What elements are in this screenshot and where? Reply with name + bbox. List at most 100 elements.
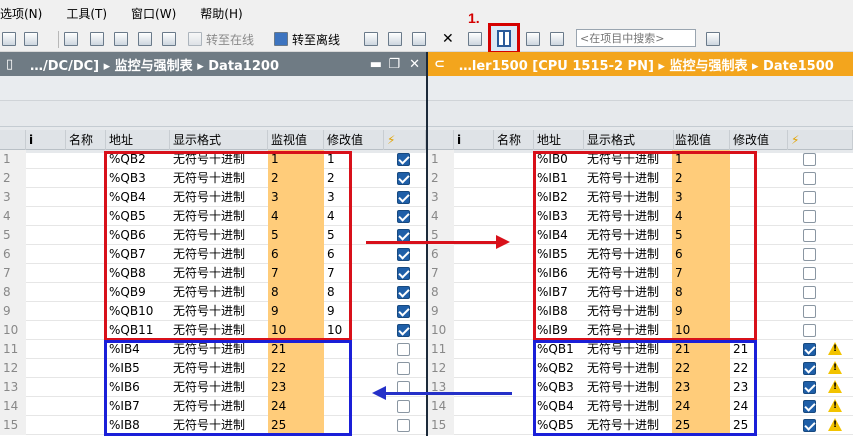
menu-window[interactable]: 窗口(W) <box>131 5 186 22</box>
row-number: 9 <box>0 302 26 321</box>
modify-checkbox[interactable] <box>397 267 410 280</box>
close-pane-icon[interactable]: ✕ <box>409 57 420 72</box>
row-number: 1 <box>0 150 26 169</box>
modify-checkbox[interactable] <box>803 305 816 318</box>
right-output-highlight <box>533 340 757 436</box>
menu-tools[interactable]: 工具(T) <box>66 5 117 22</box>
modify-checkbox[interactable] <box>397 362 410 375</box>
menu-options[interactable]: 选项(N) <box>0 5 52 22</box>
row-number: 15 <box>0 416 26 435</box>
menu-help[interactable]: 帮助(H) <box>200 5 252 22</box>
modify-checkbox[interactable] <box>397 286 410 299</box>
row-number: 14 <box>0 397 26 416</box>
save-icon[interactable] <box>64 30 78 48</box>
right-table-header: i 名称 地址 显示格式 监视值 修改值 ⚡ <box>428 130 853 150</box>
left-output-highlight <box>104 151 352 341</box>
modify-checkbox[interactable] <box>803 324 816 337</box>
modify-checkbox[interactable] <box>397 419 410 432</box>
modify-checkbox[interactable] <box>397 210 410 223</box>
row-number: 10 <box>428 321 454 340</box>
minimize-icon[interactable]: ▬ <box>370 57 382 72</box>
row-number: 11 <box>0 340 26 359</box>
modify-checkbox[interactable] <box>397 400 410 413</box>
row-number: 1 <box>428 150 454 169</box>
undo-icon[interactable] <box>2 30 16 48</box>
modify-checkbox[interactable] <box>397 324 410 337</box>
row-number: 2 <box>428 169 454 188</box>
start-cpu-icon[interactable] <box>388 30 402 48</box>
right-arrow <box>366 235 510 249</box>
row-number: 3 <box>0 188 26 207</box>
close-icon[interactable]: ✕ <box>442 30 454 48</box>
modify-checkbox[interactable] <box>803 191 816 204</box>
modify-checkbox[interactable] <box>397 172 410 185</box>
compare2-icon[interactable] <box>550 30 564 48</box>
modify-checkbox[interactable] <box>397 248 410 261</box>
modify-checkbox[interactable] <box>397 305 410 318</box>
step-annotation: 1. <box>468 10 480 26</box>
upload-icon[interactable] <box>114 30 128 48</box>
split-vertical-icon <box>497 30 511 47</box>
warning-icon <box>828 380 842 393</box>
modify-checkbox[interactable] <box>803 267 816 280</box>
modify-checkbox[interactable] <box>803 286 816 299</box>
left-arrow <box>372 386 512 400</box>
row-number: 2 <box>0 169 26 188</box>
warning-icon <box>828 342 842 355</box>
pin-icon[interactable]: ⊂ <box>434 57 445 72</box>
row-number: 8 <box>0 283 26 302</box>
row-number: 13 <box>0 378 26 397</box>
row-number: 4 <box>428 207 454 226</box>
accessible-devices-icon[interactable] <box>364 30 378 48</box>
modify-checkbox[interactable] <box>803 419 816 432</box>
search-go-icon[interactable] <box>706 30 720 48</box>
right-input-highlight <box>533 151 757 341</box>
modify-checkbox[interactable] <box>803 172 816 185</box>
pin-icon[interactable]: ▯ <box>6 57 16 72</box>
warning-icon <box>828 399 842 412</box>
warning-icon <box>828 361 842 374</box>
modify-checkbox[interactable] <box>803 381 816 394</box>
left-input-highlight <box>104 340 352 436</box>
row-number: 10 <box>0 321 26 340</box>
stop-icon[interactable] <box>162 30 176 48</box>
right-pane-title: …ler1500 [CPU 1515-2 PN] ▸ 监控与强制表 ▸ Date… <box>458 58 834 74</box>
modify-checkbox[interactable] <box>803 362 816 375</box>
modify-checkbox[interactable] <box>397 343 410 356</box>
go-offline-button[interactable]: 转至离线 <box>274 30 340 48</box>
simulate-icon[interactable] <box>138 30 152 48</box>
compare-icon[interactable] <box>526 30 540 48</box>
row-number: 11 <box>428 340 454 359</box>
modify-checkbox[interactable] <box>397 191 410 204</box>
split-horizontal-icon[interactable] <box>468 30 482 48</box>
row-number: 7 <box>0 264 26 283</box>
modify-checkbox[interactable] <box>803 210 816 223</box>
left-pane-titlebar: ▯ …/DC/DC] ▸ 监控与强制表 ▸ Data1200 ▬ ❐ ✕ <box>0 52 426 76</box>
modify-checkbox[interactable] <box>803 229 816 242</box>
row-number: 9 <box>428 302 454 321</box>
row-number: 4 <box>0 207 26 226</box>
redo-icon[interactable] <box>24 30 38 48</box>
row-number: 6 <box>428 245 454 264</box>
menu-bar: 选项(N) 工具(T) 窗口(W) 帮助(H) <box>0 0 853 27</box>
stop-cpu-icon[interactable] <box>412 30 426 48</box>
modify-checkbox[interactable] <box>803 343 816 356</box>
go-online-button[interactable]: 转至在线 <box>188 30 254 48</box>
modify-checkbox[interactable] <box>397 153 410 166</box>
row-number: 15 <box>428 416 454 435</box>
row-number: 8 <box>428 283 454 302</box>
split-vertical-button[interactable] <box>488 23 520 54</box>
warning-icon <box>828 418 842 431</box>
project-search-input[interactable] <box>576 29 696 47</box>
download-icon[interactable] <box>90 30 104 48</box>
row-number: 3 <box>428 188 454 207</box>
left-table-header: i 名称 地址 显示格式 监视值 修改值 ⚡ <box>0 130 426 150</box>
modify-checkbox[interactable] <box>803 400 816 413</box>
modify-checkbox[interactable] <box>803 248 816 261</box>
row-number: 12 <box>0 359 26 378</box>
row-number: 14 <box>428 397 454 416</box>
modify-checkbox[interactable] <box>803 153 816 166</box>
main-toolbar: 转至在线 转至离线 ✕ <box>0 27 853 52</box>
left-pane-title: …/DC/DC] ▸ 监控与强制表 ▸ Data1200 <box>30 58 279 74</box>
restore-icon[interactable]: ❐ <box>388 57 400 72</box>
